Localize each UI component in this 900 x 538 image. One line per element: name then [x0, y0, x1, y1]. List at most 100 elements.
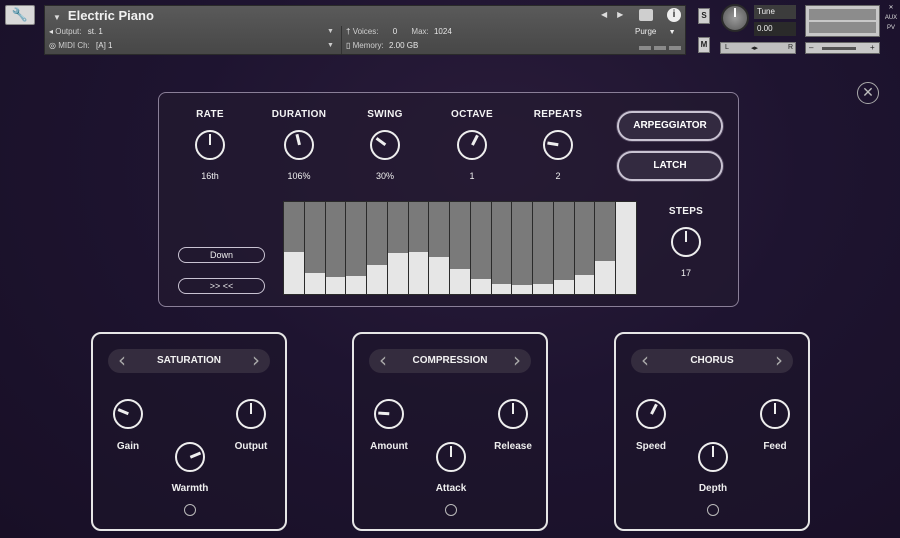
step-15[interactable] [574, 202, 595, 294]
octave-knob[interactable] [457, 130, 487, 160]
knob-pointer [189, 451, 201, 459]
rate-label: RATE [196, 109, 224, 120]
warmth-knob[interactable] [175, 442, 205, 472]
tune-value[interactable]: 0.00 [754, 22, 796, 36]
duration-knob[interactable] [284, 130, 314, 160]
wrench-icon[interactable]: 🔧 [5, 5, 35, 25]
close-instrument-icon[interactable]: ✕ [884, 3, 898, 13]
latch-button[interactable]: LATCH [617, 151, 723, 181]
camera-icon[interactable] [639, 9, 653, 21]
attack-knob[interactable] [436, 442, 466, 472]
next-arrow-icon[interactable]: › [252, 350, 260, 370]
purge-dropdown[interactable]: Purge ▼ [635, 27, 676, 36]
step-12[interactable] [512, 202, 533, 294]
step-2[interactable] [304, 202, 325, 294]
chorus-power-toggle[interactable] [707, 504, 719, 516]
instrument-name: Electric Piano [67, 8, 154, 23]
compression-selector[interactable]: ‹ COMPRESSION › [369, 349, 531, 373]
step-16[interactable] [595, 202, 616, 294]
step-6[interactable] [387, 202, 408, 294]
step-fill [408, 251, 429, 294]
level-meters [639, 46, 681, 50]
memory-value: 2.00 GB [389, 41, 419, 50]
tune-label: Tune [754, 5, 796, 19]
output-row[interactable]: ◂ Output: st. 1 [49, 27, 103, 36]
tune-knob[interactable] [721, 4, 749, 32]
midi-icon: ◎ [49, 41, 56, 50]
midi-value: [A] 1 [96, 41, 113, 50]
pan-slider[interactable]: L ◂▸ R [720, 42, 796, 54]
collapse-triangle-icon[interactable]: ▼ [53, 13, 61, 22]
step-fill [325, 277, 346, 294]
pv-button[interactable]: PV [884, 23, 898, 33]
close-icon[interactable]: ✕ [857, 82, 879, 104]
step-14[interactable] [553, 202, 574, 294]
step-13[interactable] [533, 202, 553, 294]
solo-button[interactable]: S [698, 8, 710, 24]
step-7[interactable] [408, 202, 429, 294]
midi-dropdown-icon[interactable]: ▼ [327, 42, 334, 49]
step-fill [512, 284, 533, 294]
repeats-label: REPEATS [533, 109, 583, 120]
saturation-selector[interactable]: ‹ SATURATION › [108, 349, 270, 373]
step-sequencer[interactable] [283, 201, 637, 295]
speed-knob[interactable] [636, 399, 666, 429]
duration-value: 106% [287, 171, 311, 181]
repeats-knob-group: REPEATS 2 [518, 109, 598, 181]
output-dropdown-icon[interactable]: ▼ [327, 28, 334, 35]
swing-knob[interactable] [370, 130, 400, 160]
feed-knob[interactable] [760, 399, 790, 429]
purge-label: Purge [635, 27, 657, 36]
side-buttons[interactable]: ✕ AUX PV [884, 3, 898, 33]
instrument-nav-arrows[interactable]: ◀▶ [601, 10, 633, 19]
release-knob[interactable] [498, 399, 528, 429]
amount-label: Amount [370, 441, 408, 452]
arpeggiator-button[interactable]: ARPEGGIATOR [617, 111, 723, 141]
step-10[interactable] [470, 202, 491, 294]
rate-knob[interactable] [195, 130, 225, 160]
compression-power-toggle[interactable] [445, 504, 457, 516]
step-11[interactable] [491, 202, 512, 294]
knob-pointer [295, 134, 301, 146]
rate-value: 16th [201, 171, 219, 181]
chorus-selector[interactable]: ‹ CHORUS › [631, 349, 793, 373]
knob-pointer [449, 446, 453, 457]
depth-knob[interactable] [698, 442, 728, 472]
step-fill [595, 260, 616, 294]
volume-plus: + [870, 43, 875, 52]
output-knob[interactable] [236, 399, 266, 429]
step-8[interactable] [429, 202, 450, 294]
step-17[interactable] [616, 202, 637, 294]
mute-button[interactable]: M [698, 37, 710, 53]
amount-knob[interactable] [374, 399, 404, 429]
step-9[interactable] [450, 202, 470, 294]
saturation-power-toggle[interactable] [184, 504, 196, 516]
next-arrow-icon[interactable]: › [775, 350, 783, 370]
aux-button[interactable]: AUX [884, 13, 898, 23]
shift-button[interactable]: >> << [178, 278, 265, 294]
step-1[interactable] [284, 202, 304, 294]
step-fill [429, 257, 450, 294]
steps-label: STEPS [668, 206, 704, 217]
midi-row[interactable]: ◎ MIDI Ch: [A] 1 [49, 41, 112, 50]
knob-pointer [377, 412, 390, 416]
knob-pointer [208, 134, 212, 145]
repeats-knob[interactable] [543, 130, 573, 160]
pan-center-handle[interactable]: ◂▸ [751, 44, 758, 52]
direction-button[interactable]: Down [178, 247, 265, 263]
attack-label: Attack [435, 483, 467, 494]
step-3[interactable] [325, 202, 346, 294]
step-5[interactable] [367, 202, 387, 294]
gain-knob[interactable] [113, 399, 143, 429]
volume-slider[interactable]: – + [805, 42, 880, 54]
chorus-title: CHORUS [690, 355, 734, 366]
gain-label: Gain [116, 441, 140, 452]
steps-knob[interactable] [671, 227, 701, 257]
step-4[interactable] [346, 202, 367, 294]
output-value: st. 1 [87, 27, 103, 36]
volume-track[interactable] [822, 47, 856, 50]
next-arrow-icon[interactable]: › [513, 350, 521, 370]
info-icon[interactable]: i [667, 8, 681, 22]
instrument-title[interactable]: ▼ Electric Piano [53, 8, 154, 23]
compression-title: COMPRESSION [412, 355, 488, 366]
